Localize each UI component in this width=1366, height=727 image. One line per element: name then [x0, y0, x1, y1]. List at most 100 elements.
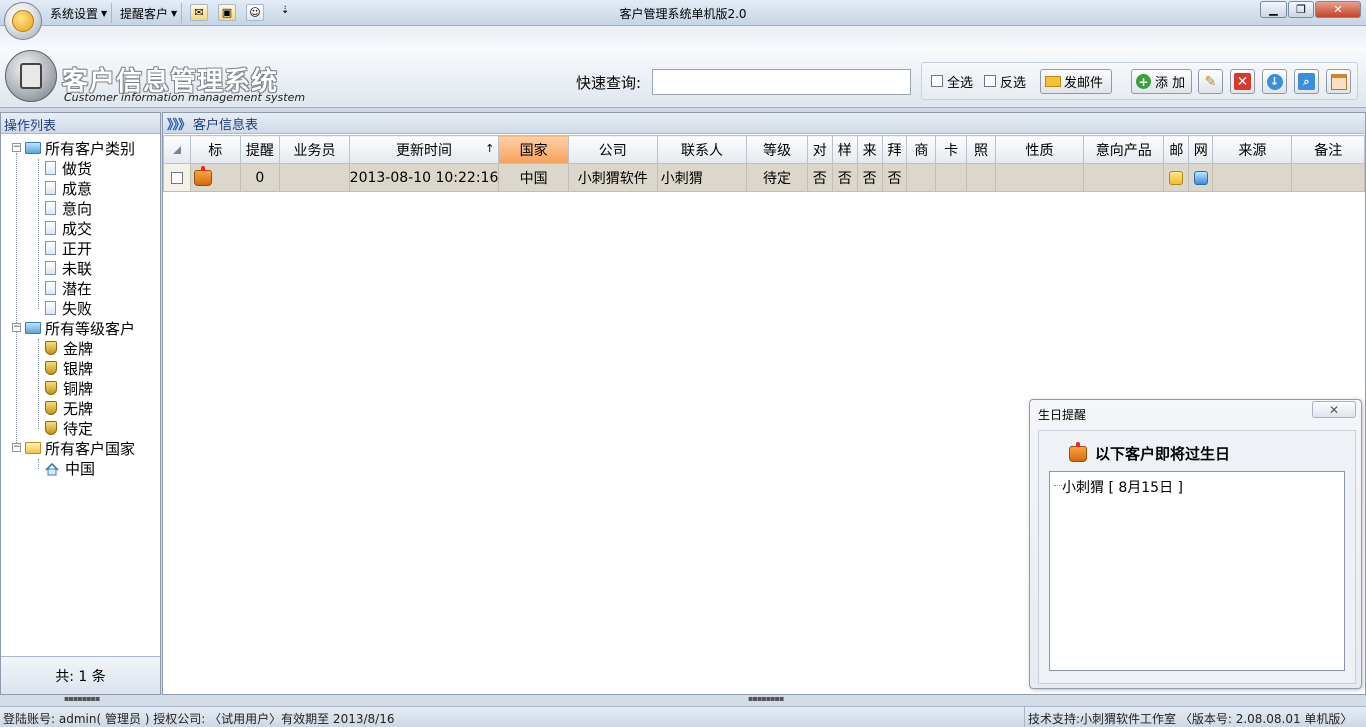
main-splitter-grip[interactable]: ▪▪▪▪▪▪▪▪ — [748, 694, 784, 703]
logo-icon — [5, 50, 57, 102]
birthday-list-item[interactable]: 小刺猬 [ 8月15日 ] — [1062, 477, 1183, 497]
invert-select-checkbox[interactable] — [984, 75, 996, 87]
app-orb-button[interactable] — [4, 2, 42, 40]
level-cell: 待定 — [746, 163, 808, 192]
tree-item-category[interactable]: 正开 — [45, 238, 92, 258]
download-circle-icon: ↓ — [1266, 73, 1283, 90]
tree-item-label: 失败 — [62, 299, 93, 318]
tree-item-level[interactable]: 银牌 — [45, 358, 93, 378]
tree-item-label: 金牌 — [63, 339, 94, 358]
maximize-button[interactable]: ❐ — [1288, 1, 1314, 18]
customer-table-heading-bar: 》》》 客户信息表 — [163, 113, 1365, 134]
tree-group-levels[interactable]: 所有等级客户 — [25, 318, 135, 338]
tree-group-label: 所有等级客户 — [45, 319, 136, 338]
minimize-button[interactable]: ▁ — [1260, 1, 1287, 18]
web-icon[interactable] — [1193, 170, 1208, 185]
select-all-checkbox[interactable] — [931, 75, 943, 87]
mail-icon[interactable] — [1169, 170, 1184, 185]
send-mail-button[interactable]: 发邮件 — [1040, 69, 1112, 94]
birthday-list[interactable]: 小刺猬 [ 8月15日 ] — [1049, 471, 1345, 671]
close-button[interactable]: ✕ — [1315, 1, 1361, 18]
tree-item-level[interactable]: 铜牌 — [45, 378, 93, 398]
ka-cell — [935, 163, 968, 192]
delete-icon: ✕ — [1234, 73, 1251, 90]
edit-button[interactable]: ✎ — [1198, 69, 1223, 94]
column-header-company[interactable]: 公司 — [567, 135, 658, 164]
column-header-lai[interactable]: 来 — [856, 135, 883, 164]
mail-cell[interactable] — [1163, 163, 1190, 192]
tree-item-category[interactable]: 意向 — [45, 198, 92, 218]
search-button[interactable]: ⌕ — [1294, 69, 1319, 94]
shield-icon — [45, 401, 57, 415]
tree-collapse-toggle[interactable]: − — [12, 323, 21, 332]
select-all-label: 全选 — [947, 76, 974, 91]
column-header-mark[interactable]: 标 — [189, 135, 241, 164]
birthday-cake-icon — [1069, 441, 1087, 462]
column-header-country[interactable]: 国家 — [498, 135, 569, 164]
column-header-updated[interactable]: 更新时间 ↑ — [348, 135, 500, 164]
column-header-nature[interactable]: 性质 — [994, 135, 1085, 164]
document-icon — [45, 221, 56, 235]
column-header-yang[interactable]: 样 — [831, 135, 858, 164]
sort-ascending-icon: ↑ — [485, 142, 495, 155]
delete-button[interactable]: ✕ — [1230, 69, 1255, 94]
column-header-dui[interactable]: 对 — [806, 135, 833, 164]
tree-line — [1054, 485, 1062, 486]
bottom-splitter[interactable] — [0, 695, 1366, 705]
notes-cell — [1291, 163, 1365, 192]
column-header-salesperson[interactable]: 业务员 — [279, 135, 350, 164]
invert-select-label: 反选 — [1000, 76, 1027, 91]
row-select-cell[interactable] — [163, 163, 191, 192]
column-header-source[interactable]: 来源 — [1212, 135, 1293, 164]
column-header-contact[interactable]: 联系人 — [656, 135, 748, 164]
import-button[interactable]: ↓ — [1262, 69, 1287, 94]
column-header-web[interactable]: 网 — [1188, 135, 1214, 164]
tree-group-categories[interactable]: 所有客户类别 — [25, 138, 135, 158]
document-icon — [45, 261, 56, 275]
envelope-icon — [1045, 76, 1061, 87]
web-cell[interactable] — [1188, 163, 1214, 192]
shang-cell — [906, 163, 937, 192]
tree-item-category[interactable]: 成意 — [45, 178, 92, 198]
tree-group-countries[interactable]: 所有客户国家 — [25, 438, 135, 458]
table-row[interactable]: 0 2013-08-10 10:22:16 中国 小刺猬软件 小刺猬 待定 否 … — [163, 163, 1365, 192]
calendar-button[interactable] — [1326, 69, 1351, 94]
column-header-level[interactable]: 等级 — [746, 135, 808, 164]
tree-item-label: 做货 — [62, 159, 93, 178]
logo-subtitle: Customer information management system — [64, 91, 306, 104]
row-checkbox[interactable] — [170, 171, 183, 184]
column-header-notes[interactable]: 备注 — [1291, 135, 1365, 164]
tree-item-level[interactable]: 待定 — [45, 418, 93, 438]
tree-item-level[interactable]: 无牌 — [45, 398, 93, 418]
tree-collapse-toggle[interactable]: − — [12, 143, 21, 152]
tree-item-category[interactable]: 成交 — [45, 218, 92, 238]
add-button[interactable]: + 添 加 — [1131, 69, 1192, 94]
tree-item-label: 正开 — [62, 239, 93, 258]
column-header-reminder[interactable]: 提醒 — [239, 135, 281, 164]
tree-item-level[interactable]: 金牌 — [45, 338, 93, 358]
tree-item-label: 成意 — [62, 179, 93, 198]
column-header-shang[interactable]: 商 — [906, 135, 937, 164]
birthday-popup-close-button[interactable]: ✕ — [1312, 401, 1356, 418]
column-header-ka[interactable]: 卡 — [935, 135, 968, 164]
calendar-icon — [1330, 73, 1347, 90]
select-all-rows-corner[interactable] — [163, 135, 191, 164]
folder-icon — [25, 442, 41, 454]
column-header-zhao[interactable]: 照 — [966, 135, 996, 164]
tree-line — [38, 159, 39, 309]
header-band: 客户信息管理系统 Customer information management… — [0, 26, 1366, 108]
tree-item-category[interactable]: 潜在 — [45, 278, 92, 298]
column-header-bai[interactable]: 拜 — [881, 135, 908, 164]
tree-item-country[interactable]: 中国 — [45, 458, 95, 478]
tree-item-category[interactable]: 未联 — [45, 258, 92, 278]
company-cell: 小刺猬软件 — [567, 163, 658, 192]
column-header-product[interactable]: 意向产品 — [1083, 135, 1165, 164]
tree-item-category[interactable]: 做货 — [45, 158, 92, 178]
column-header-mail[interactable]: 邮 — [1163, 135, 1190, 164]
search-input[interactable] — [652, 69, 911, 95]
document-icon — [45, 161, 56, 175]
left-splitter-grip[interactable]: ▪▪▪▪▪▪▪▪ — [64, 694, 100, 703]
tree-collapse-toggle[interactable]: − — [12, 443, 21, 452]
tree-line — [38, 459, 39, 469]
tree-item-category[interactable]: 失败 — [45, 298, 92, 318]
